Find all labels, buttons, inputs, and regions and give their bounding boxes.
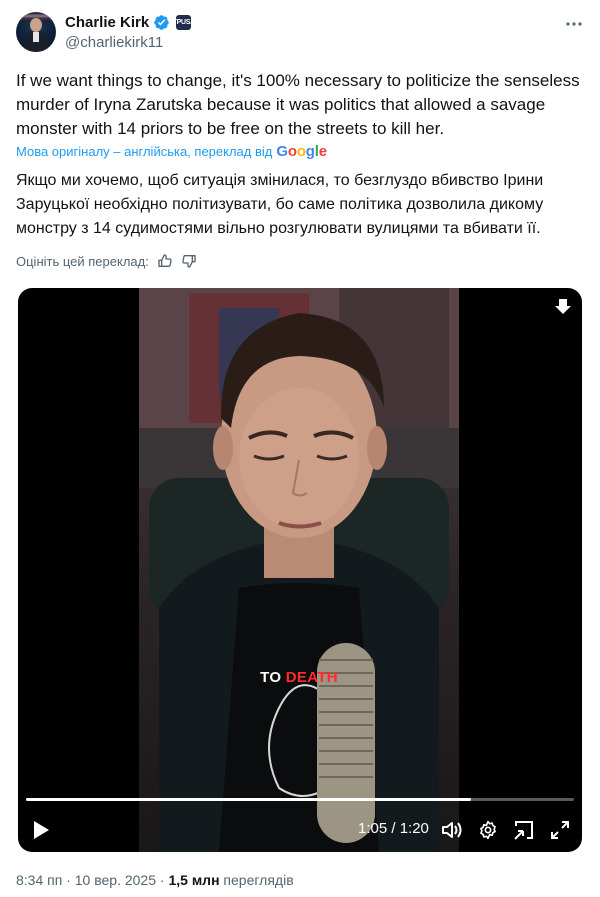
verified-badge-icon (154, 15, 169, 30)
thumbs-down-icon[interactable] (181, 253, 197, 269)
thumbs-up-icon[interactable] (157, 253, 173, 269)
tweet-text: If we want things to change, it's 100% n… (16, 71, 580, 138)
settings-gear-icon[interactable] (478, 820, 498, 840)
rate-translation: Оцініть цей переклад: (16, 253, 197, 269)
translation-note[interactable]: Мова оригіналу – англійська, переклад ві… (16, 143, 327, 160)
video-caption: TO DEATH (139, 669, 459, 686)
video-progress-fill (26, 798, 472, 801)
views-label: переглядів (223, 872, 294, 888)
download-icon[interactable] (554, 298, 572, 316)
author-name-row: Charlie Kirk TPUSA (65, 14, 195, 31)
meta-separator: · (66, 872, 75, 888)
video-time: 1:05 / 1:20 (358, 820, 429, 837)
avatar[interactable] (16, 12, 56, 52)
volume-icon[interactable] (441, 820, 463, 840)
views-count: 1,5 млн (168, 872, 220, 888)
play-icon[interactable] (32, 820, 50, 840)
caption-word-1: TO (260, 669, 282, 686)
video-still (139, 288, 459, 852)
rate-translation-label: Оцініть цей переклад: (16, 253, 149, 269)
caption-word-2: DEATH (285, 669, 338, 686)
tweet-date[interactable]: 10 вер. 2025 (75, 872, 156, 888)
tweet-header: Charlie Kirk TPUSA @charliekirk11 (16, 12, 584, 56)
author-handle[interactable]: @charliekirk11 (65, 34, 163, 51)
more-options-icon[interactable] (564, 14, 584, 34)
tweet-meta: 8:34 пп · 10 вер. 2025 · 1,5 млн перегля… (16, 872, 294, 888)
translated-text: Якщо ми хочемо, щоб ситуація змінилася, … (16, 172, 544, 237)
author-name[interactable]: Charlie Kirk (65, 14, 149, 31)
picture-in-picture-icon[interactable] (514, 820, 534, 840)
video-player[interactable]: TO DEATH 1:05 / 1:20 (18, 288, 582, 852)
video-frame: TO DEATH (139, 288, 459, 852)
affiliation-badge-icon[interactable]: TPUSA (173, 15, 195, 30)
tweet-time[interactable]: 8:34 пп (16, 872, 62, 888)
fullscreen-icon[interactable] (550, 820, 570, 840)
translation-note-text: Мова оригіналу – англійська, переклад ві… (16, 144, 273, 159)
video-progress-bar[interactable] (26, 798, 574, 801)
google-logo: Google (276, 143, 327, 160)
